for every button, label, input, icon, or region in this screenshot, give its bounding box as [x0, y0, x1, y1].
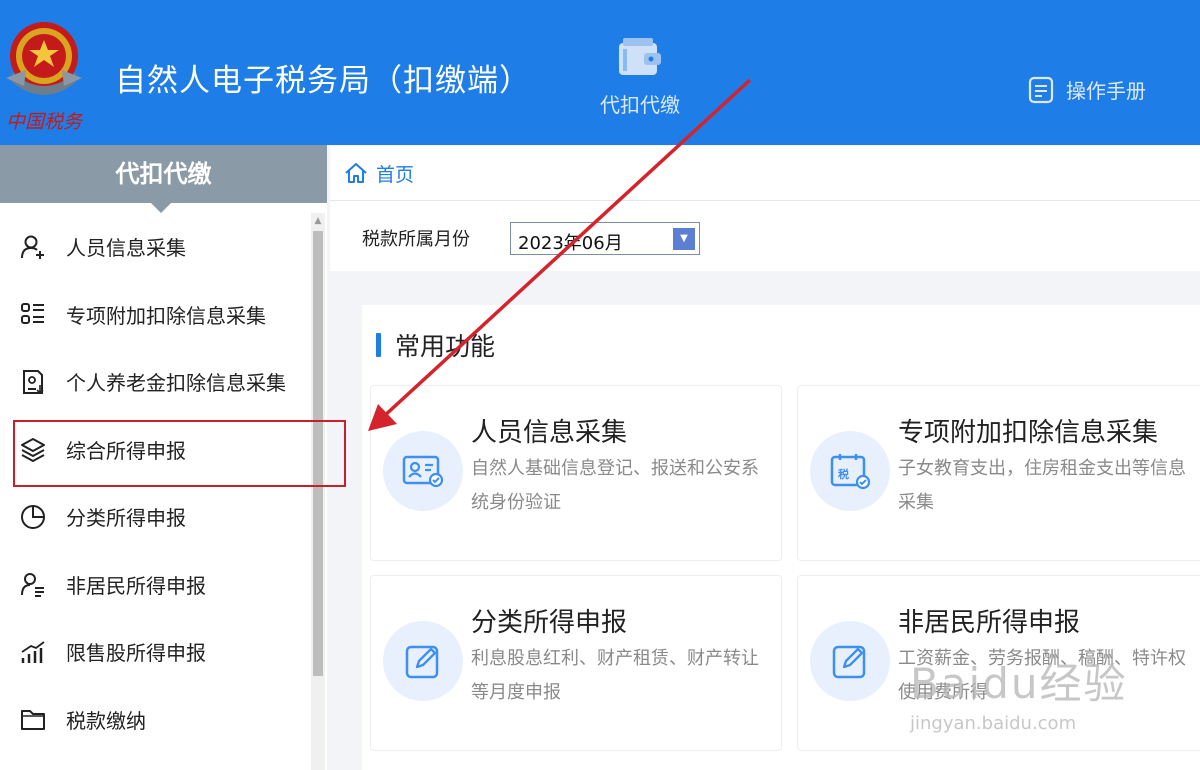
card-title: 非居民所得申报 — [898, 608, 1081, 638]
sidebar-item-personnel-info[interactable]: 人员信息采集 — [0, 213, 310, 281]
card-personnel-info[interactable]: 人员信息采集 自然人基础信息登记、报送和公安系统身份验证 — [370, 385, 782, 561]
pension-doc-icon — [18, 367, 48, 397]
sidebar-item-label: 非居民所得申报 — [66, 573, 206, 598]
sidebar-item-label: 专项附加扣除信息采集 — [66, 303, 266, 328]
sidebar-item-classified-income[interactable]: 分类所得申报 — [0, 483, 310, 551]
emblem-text: 中国税务 — [6, 111, 84, 133]
sidebar-item-pension-deduction[interactable]: 个人养老金扣除信息采集 — [0, 348, 310, 416]
edit-icon — [810, 621, 890, 701]
sidebar-item-label: 个人养老金扣除信息采集 — [66, 371, 286, 396]
manual-label: 操作手册 — [1066, 79, 1146, 103]
sidebar-item-label: 分类所得申报 — [66, 506, 186, 531]
pie-chart-icon — [18, 502, 48, 532]
top-header: 中国税务 自然人电子税务局（扣缴端） 代扣代缴 操作手册 — [0, 0, 1200, 145]
top-nav-label: 代扣代缴 — [600, 93, 680, 117]
watermark-logo-text: Baidu经验 — [910, 659, 1128, 708]
filter-bar: 税款所属月份 2023年06月 ▼ — [330, 201, 1200, 271]
wallet-icon — [619, 38, 661, 75]
card-title: 分类所得申报 — [471, 608, 628, 638]
card-special-deduction[interactable]: 税 专项附加扣除信息采集 子女教育支出，住房租金支出等信息采集 — [797, 385, 1200, 561]
tax-month-value: 2023年06月 — [518, 233, 623, 254]
sidebar-scrollbar[interactable]: ▲ — [311, 213, 325, 770]
sidebar-item-label: 税款缴纳 — [66, 708, 146, 733]
bar-trend-icon — [18, 637, 48, 667]
manual-button[interactable]: 操作手册 — [1028, 75, 1146, 104]
watermark-url: jingyan.baidu.com — [910, 713, 1077, 734]
svg-text:税: 税 — [838, 467, 849, 481]
sidebar-item-label: 限售股所得申报 — [66, 641, 206, 666]
person-add-icon — [18, 232, 48, 262]
card-desc: 利息股息红利、财产租赁、财产转让等月度申报 — [471, 648, 759, 703]
sidebar: 代扣代缴 人员信息采集 专项附加扣除信息采集 个人养老金扣除信息采集 综合所得申… — [0, 145, 327, 770]
tax-calendar-icon: 税 — [810, 431, 890, 511]
tax-emblem-logo: 中国税务 — [6, 22, 84, 133]
section-title-bar — [376, 333, 381, 357]
sidebar-item-restricted-stock[interactable]: 限售股所得申报 — [0, 618, 310, 686]
list-grid-icon — [18, 299, 48, 329]
folder-icon — [18, 704, 48, 734]
sidebar-item-tax-payment[interactable]: 税款缴纳 — [0, 686, 310, 754]
sidebar-menu: 人员信息采集 专项附加扣除信息采集 个人养老金扣除信息采集 综合所得申报 分类所… — [0, 213, 310, 753]
card-desc: 子女教育支出，住房租金支出等信息采集 — [898, 458, 1186, 513]
card-title: 人员信息采集 — [471, 418, 628, 448]
tax-month-label: 税款所属月份 — [362, 229, 470, 250]
breadcrumb-home-label: 首页 — [376, 163, 415, 186]
breadcrumb-home[interactable]: 首页 — [344, 160, 414, 187]
home-icon — [345, 163, 367, 183]
layers-icon — [18, 434, 48, 464]
breadcrumb: 首页 — [330, 146, 1200, 201]
sidebar-item-nonresident-income[interactable]: 非居民所得申报 — [0, 551, 310, 619]
sidebar-item-label: 综合所得申报 — [66, 438, 186, 463]
person-list-icon — [18, 569, 48, 599]
card-desc: 自然人基础信息登记、报送和公安系统身份验证 — [471, 458, 759, 513]
top-nav-withholding[interactable]: 代扣代缴 — [590, 35, 690, 118]
sidebar-item-label: 人员信息采集 — [66, 236, 186, 261]
tax-month-select[interactable]: 2023年06月 ▼ — [510, 222, 700, 255]
section-title: 常用功能 — [376, 327, 495, 363]
card-classified-income[interactable]: 分类所得申报 利息股息红利、财产租赁、财产转让等月度申报 — [370, 575, 782, 751]
app-title: 自然人电子税务局（扣缴端） — [115, 63, 531, 99]
edit-icon — [383, 621, 463, 701]
baidu-watermark: Baidu经验 jingyan.baidu.com — [910, 650, 1128, 734]
dropdown-arrow-icon[interactable]: ▼ — [673, 228, 695, 250]
document-icon — [1028, 76, 1054, 103]
card-title: 专项附加扣除信息采集 — [898, 418, 1159, 448]
id-card-icon — [383, 431, 463, 511]
sidebar-title: 代扣代缴 — [0, 145, 327, 213]
section-title-text: 常用功能 — [395, 332, 496, 361]
scroll-thumb[interactable] — [313, 231, 323, 676]
sidebar-item-comprehensive-income[interactable]: 综合所得申报 — [0, 416, 310, 484]
sidebar-item-special-deduction[interactable]: 专项附加扣除信息采集 — [0, 281, 310, 349]
scroll-up-arrow-icon[interactable]: ▲ — [311, 213, 325, 229]
